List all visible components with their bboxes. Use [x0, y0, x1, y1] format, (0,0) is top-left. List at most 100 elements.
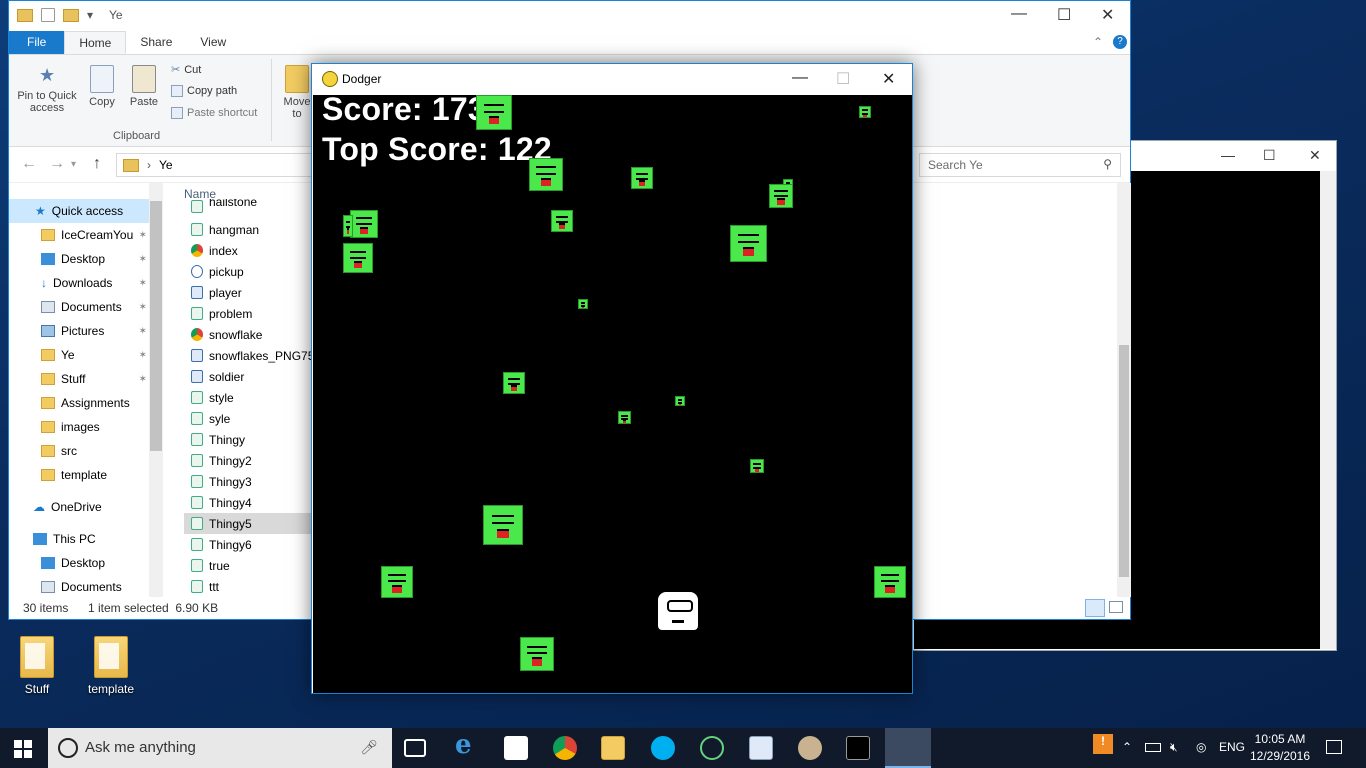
sidebar-item-pc-desktop[interactable]: Desktop [9, 551, 149, 575]
tab-file[interactable]: File [9, 31, 65, 54]
sidebar-item-src[interactable]: src [9, 439, 149, 463]
action-center-icon[interactable] [1326, 740, 1342, 754]
chevron-down-icon[interactable]: ▾ [87, 8, 93, 22]
python-taskbar-icon[interactable] [885, 728, 931, 768]
list-item[interactable]: Thingy4 [184, 492, 324, 513]
list-item[interactable]: index [184, 240, 324, 261]
sidebar-item-icecreamyou[interactable]: IceCreamYou ✶ [9, 223, 149, 247]
sidebar-item-quick-access[interactable]: ★ Quick access [9, 199, 149, 223]
sidebar-item-pictures[interactable]: Pictures ✶ [9, 319, 149, 343]
list-item[interactable]: soldier [184, 366, 324, 387]
windows-start-icon[interactable] [14, 740, 32, 758]
sidebar-item-pc-documents[interactable]: Documents [9, 575, 149, 597]
clock[interactable]: 10:05 AM 12/29/2016 [1240, 731, 1320, 765]
game-canvas[interactable]: Score: 173 Top Score: 122 [313, 95, 912, 693]
close-icon[interactable]: ✕ [1309, 147, 1321, 164]
edge-icon[interactable]: e [455, 730, 479, 760]
sidebar-item-downloads[interactable]: ↓ Downloads ✶ [9, 271, 149, 295]
properties-icon[interactable] [41, 8, 55, 22]
list-item[interactable]: Thingy2 [184, 450, 324, 471]
atom-icon[interactable] [700, 736, 724, 760]
paste-button[interactable]: Paste [127, 65, 161, 108]
sidebar-item-documents[interactable]: Documents ✶ [9, 295, 149, 319]
chevron-down-icon[interactable]: ▾ [71, 159, 76, 170]
list-item[interactable]: snowflake [184, 324, 324, 345]
list-item[interactable]: true [184, 555, 324, 576]
scrollbar-thumb[interactable] [1119, 345, 1129, 577]
skype-icon[interactable] [651, 736, 675, 760]
list-item[interactable]: hangman [184, 219, 324, 240]
move-to-button[interactable]: Move to [279, 65, 315, 120]
cortana-search-box[interactable]: Ask me anything 🎤︎ [48, 728, 392, 768]
copy-path-button[interactable]: Copy path [171, 85, 237, 97]
paint-icon[interactable] [798, 736, 822, 760]
sidebar-item-images[interactable]: images [9, 415, 149, 439]
volume-mute-icon[interactable]: 🔇︎ [1170, 740, 1178, 755]
minimize-icon[interactable]: — [1011, 5, 1027, 23]
list-item-selected[interactable]: Thingy5 [184, 513, 324, 534]
store-icon[interactable] [504, 736, 528, 760]
copy-button[interactable]: Copy [85, 65, 119, 108]
list-item[interactable]: Thingy [184, 429, 324, 450]
battery-icon[interactable] [1145, 743, 1161, 752]
chevron-up-icon[interactable]: ⌃ [1122, 740, 1132, 754]
list-item[interactable]: ttt [184, 576, 324, 597]
task-view-icon[interactable] [404, 739, 426, 757]
dodger-title-bar[interactable]: Dodger — ☐ ✕ [312, 64, 912, 94]
list-item[interactable]: hailstone [184, 199, 324, 213]
sidebar-item-stuff[interactable]: Stuff ✶ [9, 367, 149, 391]
help-icon[interactable]: ? [1113, 35, 1127, 49]
pin-to-quick-access-button[interactable]: ★ Pin to Quick access [15, 65, 79, 114]
list-item[interactable]: syle [184, 408, 324, 429]
sidebar-item-desktop[interactable]: Desktop ✶ [9, 247, 149, 271]
command-prompt-icon[interactable] [846, 736, 870, 760]
tab-view[interactable]: View [186, 31, 240, 54]
minimize-icon[interactable]: — [792, 69, 808, 87]
file-explorer-icon[interactable] [601, 736, 625, 760]
microphone-icon[interactable]: 🎤︎ [360, 739, 378, 756]
list-item[interactable]: player [184, 282, 324, 303]
chevron-up-icon[interactable]: ⌃ [1093, 35, 1103, 49]
breadcrumb-ye[interactable]: Ye [159, 158, 173, 172]
file-list-scrollbar[interactable] [1117, 183, 1131, 597]
forward-arrow-icon[interactable]: → [49, 155, 65, 173]
list-item[interactable]: snowflakes_PNG758 [184, 345, 324, 366]
paste-shortcut-button[interactable]: Paste shortcut [171, 107, 257, 119]
maximize-icon[interactable]: ☐ [1263, 147, 1276, 164]
tab-share[interactable]: Share [126, 31, 186, 54]
console-scrollbar[interactable] [1320, 171, 1336, 649]
explorer-title-bar[interactable]: ▾ Ye — ☐ ✕ [9, 1, 1130, 31]
close-icon[interactable]: ✕ [882, 69, 895, 89]
sidebar-item-template[interactable]: template [9, 463, 149, 487]
list-item[interactable]: problem [184, 303, 324, 324]
navigation-pane[interactable]: ★ Quick access IceCreamYou ✶ Desktop ✶ ↓ Do… [9, 183, 163, 597]
desktop-icon-stuff[interactable]: Stuff [2, 636, 72, 696]
minimize-icon[interactable]: — [1221, 147, 1235, 163]
file-list[interactable]: Name hailstone hangman index pickup play… [184, 183, 324, 597]
tab-home[interactable]: Home [64, 31, 127, 54]
document-viewer-icon[interactable] [749, 736, 773, 760]
list-item[interactable]: Thingy6 [184, 534, 324, 555]
dodger-game-window[interactable]: Dodger — ☐ ✕ Score: 173 Top Score: 122 [311, 63, 913, 694]
sidebar-item-onedrive[interactable]: ☁ OneDrive [9, 495, 149, 519]
notification-warning-icon[interactable]: ! [1093, 734, 1113, 754]
new-folder-icon[interactable] [63, 8, 79, 22]
list-item[interactable]: Thingy3 [184, 471, 324, 492]
scrollbar-thumb[interactable] [150, 201, 162, 451]
sidebar-item-assignments[interactable]: Assignments [9, 391, 149, 415]
nav-scrollbar[interactable] [149, 183, 163, 597]
cut-button[interactable]: ✂ Cut [171, 63, 201, 77]
up-arrow-icon[interactable]: ↑ [93, 155, 101, 173]
sidebar-item-ye[interactable]: Ye ✶ [9, 343, 149, 367]
close-icon[interactable]: ✕ [1101, 5, 1114, 25]
sidebar-item-this-pc[interactable]: This PC [9, 527, 149, 551]
list-item[interactable]: pickup [184, 261, 324, 282]
back-arrow-icon[interactable]: ← [21, 155, 37, 173]
maximize-icon[interactable]: ☐ [1057, 5, 1071, 25]
chrome-icon[interactable] [553, 736, 577, 760]
list-item[interactable]: style [184, 387, 324, 408]
desktop-icon-template[interactable]: template [76, 636, 146, 696]
search-icon[interactable]: ⚲ [1103, 157, 1112, 171]
wifi-icon[interactable]: ◎ [1196, 740, 1206, 754]
search-input[interactable]: Search Ye ⚲ [919, 153, 1121, 177]
